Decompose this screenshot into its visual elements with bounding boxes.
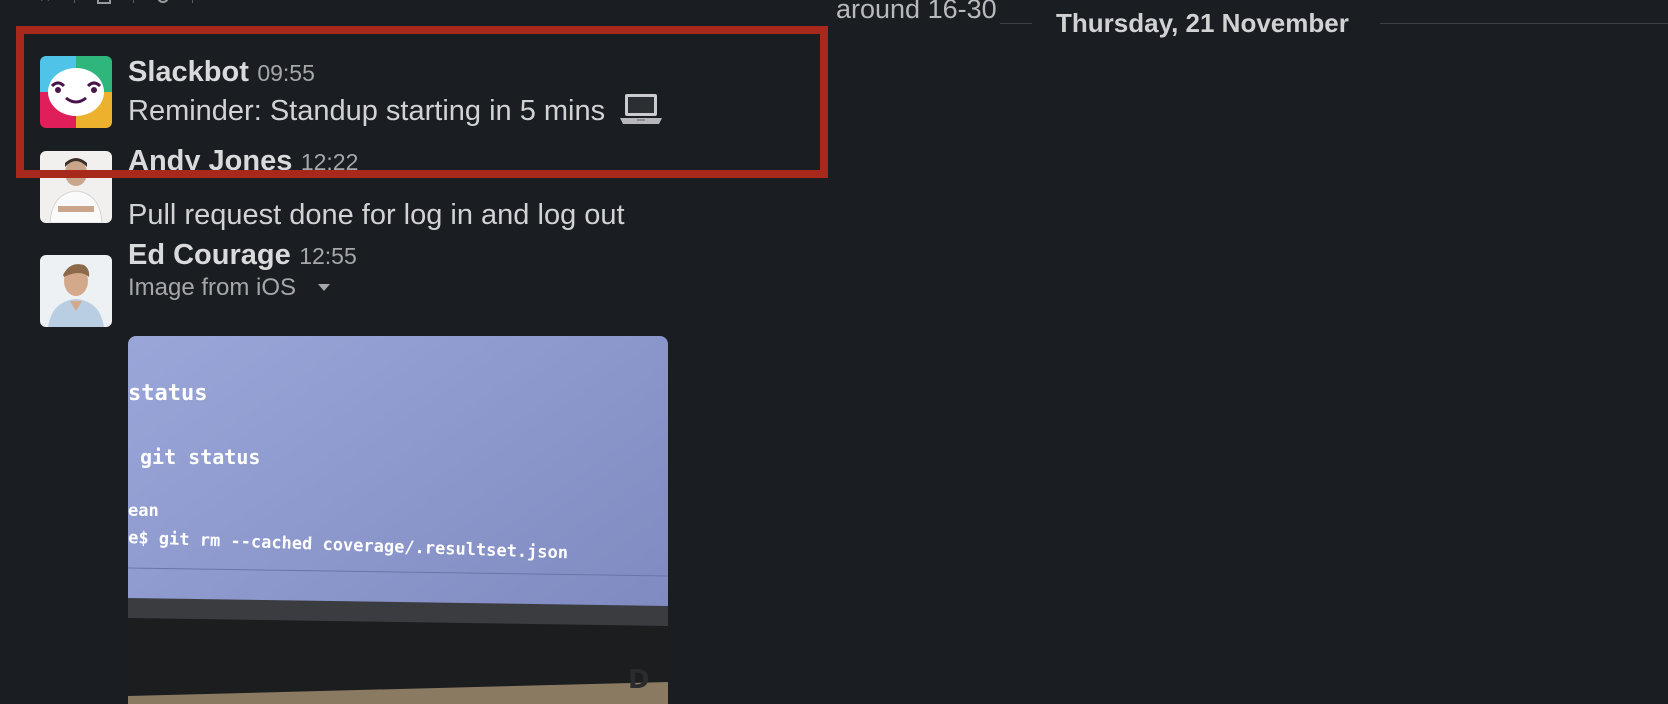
date-divider-label[interactable]: Thursday, 21 November bbox=[1056, 8, 1349, 39]
terminal-line: status bbox=[128, 381, 207, 406]
caret-down-icon[interactable] bbox=[317, 283, 331, 292]
toolbar-divider bbox=[133, 0, 134, 3]
toolbar-divider bbox=[192, 0, 193, 3]
attached-image[interactable]: status git status ean e$ git rm --cached… bbox=[128, 336, 668, 704]
divider-line bbox=[1380, 23, 1668, 24]
attachment-title[interactable]: Image from iOS bbox=[128, 274, 331, 302]
toolbar-divider bbox=[74, 0, 75, 3]
user-photo-icon bbox=[40, 255, 112, 327]
message-header: Ed Courage 12:55 bbox=[128, 239, 357, 272]
sender-name[interactable]: Ed Courage bbox=[128, 239, 291, 271]
photo-of-terminal: status git status ean e$ git rm --cached… bbox=[128, 336, 668, 704]
divider-line bbox=[1000, 23, 1032, 24]
attachment-title-text: Image from iOS bbox=[128, 274, 297, 301]
terminal-line: ean bbox=[128, 501, 159, 521]
terminal-line: git status bbox=[140, 445, 260, 469]
channel-details-icon[interactable] bbox=[156, 0, 170, 4]
channel-toolbar bbox=[38, 0, 193, 4]
bookmark-icon[interactable] bbox=[97, 0, 111, 4]
monitor-brand-mark: D bbox=[628, 665, 650, 695]
avatar[interactable] bbox=[40, 255, 112, 327]
previous-message-text: around 16-30 bbox=[836, 0, 997, 24]
slack-channel-view: around 16-30 Thursday, 21 November Slack… bbox=[0, 0, 1668, 704]
pin-icon[interactable] bbox=[38, 0, 52, 4]
timestamp[interactable]: 12:55 bbox=[299, 243, 357, 269]
message-body: Pull request done for log in and log out bbox=[128, 199, 625, 231]
highlight-box bbox=[16, 26, 828, 178]
